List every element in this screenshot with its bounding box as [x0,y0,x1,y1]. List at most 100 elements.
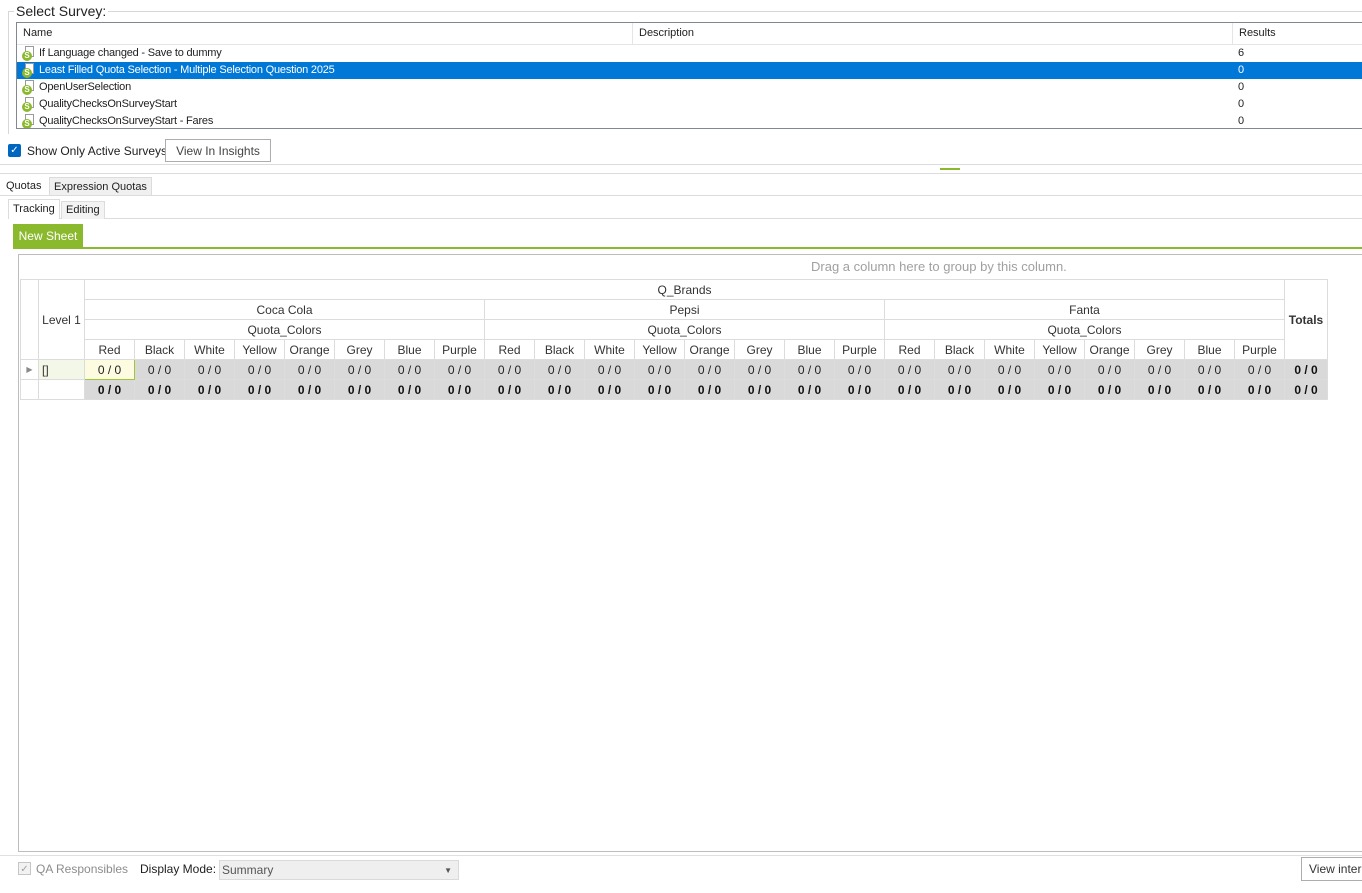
quota-cell[interactable]: 0 / 0 [984,359,1035,380]
quota-cell[interactable]: 0 / 0 [234,359,285,380]
quota-cell[interactable]: 0 / 0 [134,359,185,380]
column-total-cell: 0 / 0 [484,379,535,400]
grand-total-cell: 0 / 0 [1284,379,1328,400]
quota-cell[interactable]: 0 / 0 [184,359,235,380]
splitter-grip[interactable] [940,168,960,170]
show-active-checkbox[interactable]: ✓ [8,144,21,157]
quota-cell[interactable]: 0 / 0 [734,359,785,380]
expand-row-icon[interactable]: ▶ [20,359,39,380]
view-interviews-button[interactable]: View inter [1301,857,1362,881]
column-total-cell: 0 / 0 [1234,379,1285,400]
brand-header[interactable]: Coca Cola [84,299,485,320]
color-header[interactable]: Grey [1134,339,1185,360]
sheet-tab-new-sheet[interactable]: New Sheet [13,224,83,248]
column-header-description[interactable]: Description [632,23,1233,44]
survey-list[interactable]: Name Description Results S If Language ch… [16,22,1362,129]
tab-expression-quotas[interactable]: Expression Quotas [49,177,152,195]
color-header[interactable]: Yellow [234,339,285,360]
quota-cell[interactable]: 0 / 0 [434,359,485,380]
qa-responsibles-label: QA Responsibles [36,862,129,876]
column-header-results[interactable]: Results [1232,23,1362,44]
survey-row[interactable]: S Least Filled Quota Selection - Multiple… [17,62,1362,79]
brand-header[interactable]: Fanta [884,299,1285,320]
color-header[interactable]: Yellow [1034,339,1085,360]
quota-cell[interactable]: 0 / 0 [1134,359,1185,380]
display-mode-label: Display Mode: [140,862,217,876]
level-1-header[interactable]: Level 1 [38,279,85,360]
column-total-cell: 0 / 0 [734,379,785,400]
quota-cell[interactable]: 0 / 0 [84,359,135,380]
color-header[interactable]: White [184,339,235,360]
quota-cell[interactable]: 0 / 0 [634,359,685,380]
color-header[interactable]: Orange [684,339,735,360]
quota-cell[interactable]: 0 / 0 [534,359,585,380]
color-header[interactable]: Red [884,339,935,360]
view-in-insights-button[interactable]: View In Insights [165,139,271,162]
quota-cell[interactable]: 0 / 0 [684,359,735,380]
quota-cell[interactable]: 0 / 0 [334,359,385,380]
survey-row[interactable]: S OpenUserSelection 0 [17,79,1362,96]
color-header[interactable]: Black [134,339,185,360]
quota-cell[interactable]: 0 / 0 [1234,359,1285,380]
quota-cell[interactable]: 0 / 0 [1184,359,1235,380]
color-header[interactable]: Red [84,339,135,360]
survey-row[interactable]: S QualityChecksOnSurveyStart - Fares 0 [17,113,1362,128]
column-total-cell: 0 / 0 [784,379,835,400]
column-total-cell: 0 / 0 [634,379,685,400]
q-brands-header[interactable]: Q_Brands [84,279,1285,300]
quota-cell[interactable]: 0 / 0 [934,359,985,380]
color-header[interactable]: White [984,339,1035,360]
survey-results: 0 [1238,115,1244,127]
display-mode-select[interactable]: Summary ▼ [219,860,459,880]
quota-cell[interactable]: 0 / 0 [484,359,535,380]
color-header[interactable]: Orange [284,339,335,360]
color-header[interactable]: Purple [834,339,885,360]
quota-cell[interactable]: 0 / 0 [784,359,835,380]
survey-row[interactable]: S If Language changed - Save to dummy 6 [17,45,1362,62]
color-header[interactable]: Red [484,339,535,360]
color-header[interactable]: White [584,339,635,360]
quota-cell[interactable]: 0 / 0 [284,359,335,380]
quota-colors-header[interactable]: Quota_Colors [884,319,1285,340]
brand-header[interactable]: Pepsi [484,299,885,320]
color-header[interactable]: Yellow [634,339,685,360]
splitter[interactable] [0,164,1362,165]
color-header[interactable]: Blue [784,339,835,360]
color-header[interactable]: Blue [1184,339,1235,360]
group-by-panel[interactable]: Drag a column here to group by this colu… [19,255,1362,279]
quota-cell[interactable]: 0 / 0 [584,359,635,380]
survey-doc-icon: S [22,80,35,95]
column-total-cell: 0 / 0 [1184,379,1235,400]
quota-cell[interactable]: 0 / 0 [384,359,435,380]
quota-cell[interactable]: 0 / 0 [834,359,885,380]
color-header[interactable]: Black [934,339,985,360]
color-header[interactable]: Purple [434,339,485,360]
color-header[interactable]: Blue [384,339,435,360]
tab-tracking[interactable]: Tracking [8,199,60,219]
column-total-cell: 0 / 0 [334,379,385,400]
quota-cell[interactable]: 0 / 0 [1034,359,1085,380]
quota-colors-header[interactable]: Quota_Colors [484,319,885,340]
color-header[interactable]: Purple [1234,339,1285,360]
column-total-cell: 0 / 0 [534,379,585,400]
column-total-cell: 0 / 0 [1134,379,1185,400]
color-header[interactable]: Orange [1084,339,1135,360]
column-header-name[interactable]: Name [17,23,633,44]
show-active-label[interactable]: Show Only Active Surveys [27,144,167,158]
color-header[interactable]: Black [534,339,585,360]
level-1-value[interactable]: [] [38,359,85,380]
column-total-cell: 0 / 0 [984,379,1035,400]
survey-name: QualityChecksOnSurveyStart - Fares [39,115,214,127]
tab-quotas[interactable]: Quotas [2,177,46,195]
column-total-cell: 0 / 0 [184,379,235,400]
column-total-cell: 0 / 0 [1084,379,1135,400]
color-header[interactable]: Grey [734,339,785,360]
survey-row[interactable]: S QualityChecksOnSurveyStart 0 [17,96,1362,113]
color-header[interactable]: Grey [334,339,385,360]
quota-cell[interactable]: 0 / 0 [884,359,935,380]
quota-colors-header[interactable]: Quota_Colors [84,319,485,340]
totals-header[interactable]: Totals [1284,279,1328,360]
quota-cell[interactable]: 0 / 0 [1084,359,1135,380]
select-survey-title: Select Survey: [14,3,109,19]
tab-editing[interactable]: Editing [61,201,105,219]
